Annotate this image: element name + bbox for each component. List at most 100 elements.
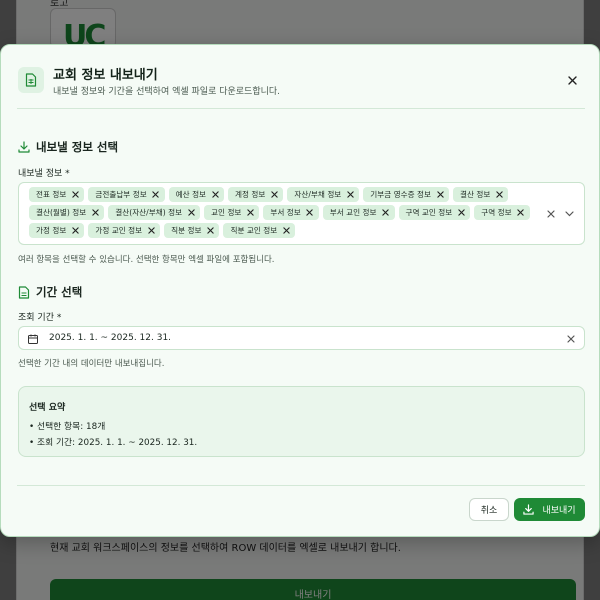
chip-remove-button[interactable] <box>206 227 214 235</box>
chip-remove-button[interactable] <box>282 227 290 235</box>
chip-label: 자산/부채 정보 <box>294 190 342 199</box>
info-hint: 여러 항목을 선택할 수 있습니다. 선택한 항목만 엑셀 파일에 포함됩니다. <box>18 255 275 265</box>
selected-chip: 기부금 영수증 정보 <box>363 187 450 202</box>
info-multiselect[interactable]: 전표 정보 금전출납부 정보 예산 정보 계정 정보 자산/부채 정보 기부금 영수증 정… <box>18 182 585 245</box>
clear-icon <box>567 335 575 343</box>
cancel-button[interactable]: 취소 <box>469 498 509 521</box>
close-icon <box>458 209 465 216</box>
file-icon <box>18 285 30 299</box>
chip-label: 교인 정보 <box>211 208 242 217</box>
chip-remove-button[interactable] <box>517 209 525 217</box>
period-section-title-text: 기간 선택 <box>36 285 83 299</box>
selected-chip: 구역 정보 <box>474 205 530 220</box>
chip-remove-button[interactable] <box>152 191 160 199</box>
selected-chip: 자산/부채 정보 <box>287 187 360 202</box>
chip-remove-button[interactable] <box>495 191 503 199</box>
selected-chip: 결산(자산/부채) 정보 <box>108 205 201 220</box>
date-clear-button[interactable] <box>565 333 577 345</box>
chip-label: 부서 정보 <box>270 208 301 217</box>
summary-period: • 조회 기간: 2025. 1. 1. ~ 2025. 12. 31. <box>29 438 198 448</box>
close-icon <box>496 191 503 198</box>
chip-remove-button[interactable] <box>71 227 79 235</box>
chip-remove-button[interactable] <box>246 209 254 217</box>
clear-all-button[interactable] <box>545 208 557 220</box>
chip-label: 구역 정보 <box>481 208 512 217</box>
summary-selected-items: • 선택한 항목: 18개 <box>29 422 106 432</box>
export-button[interactable]: 내보내기 <box>514 498 585 521</box>
selected-chip: 계정 정보 <box>228 187 284 202</box>
chip-label: 결산 정보 <box>460 190 491 199</box>
selected-chip: 결산(월별) 정보 <box>29 205 105 220</box>
selected-chip: 가정 교인 정보 <box>88 223 161 238</box>
close-icon <box>72 227 79 234</box>
close-icon <box>92 209 99 216</box>
selected-chip: 부서 교인 정보 <box>322 205 395 220</box>
export-dialog: 교회 정보 내보내기 내보낼 정보와 기간을 선택하여 엑셀 파일로 다운로드합… <box>0 44 600 537</box>
close-icon <box>147 227 155 234</box>
close-icon <box>187 209 195 216</box>
period-hint: 선택한 기간 내의 데이터만 내보내집니다. <box>18 359 165 369</box>
chip-remove-button[interactable] <box>306 209 314 217</box>
selected-chip: 금전출납부 정보 <box>88 187 165 202</box>
close-icon <box>207 227 214 234</box>
download-icon <box>18 141 30 153</box>
chip-remove-button[interactable] <box>187 209 195 217</box>
chip-remove-button[interactable] <box>91 209 99 217</box>
close-icon <box>382 209 389 216</box>
selected-chip: 부서 정보 <box>263 205 319 220</box>
selected-chip: 구역 교인 정보 <box>398 205 471 220</box>
selected-chip: 전표 정보 <box>29 187 85 202</box>
close-icon <box>72 191 79 198</box>
calendar-icon <box>28 334 38 344</box>
chip-label: 가정 정보 <box>36 226 67 235</box>
close-icon <box>517 209 524 216</box>
selected-chip: 직분 정보 <box>164 223 220 238</box>
chip-label: 전표 정보 <box>36 190 67 199</box>
chip-label: 예산 정보 <box>175 190 207 199</box>
selected-chips: 전표 정보 금전출납부 정보 예산 정보 계정 정보 자산/부채 정보 기부금 영수증 정… <box>29 187 543 238</box>
period-field-label: 조회 기간 * <box>18 313 62 323</box>
close-icon <box>436 191 444 198</box>
close-icon <box>306 209 313 216</box>
chip-remove-button[interactable] <box>211 191 219 199</box>
close-icon <box>211 191 219 198</box>
clear-icon <box>547 210 555 218</box>
chip-remove-button[interactable] <box>382 209 390 217</box>
close-icon <box>247 209 254 216</box>
chip-remove-button[interactable] <box>457 209 465 217</box>
info-field-label: 내보낼 정보 * <box>18 169 70 179</box>
chip-label: 결산(자산/부채) 정보 <box>115 208 183 217</box>
chip-label: 기부금 영수증 정보 <box>370 190 432 199</box>
footer-divider <box>17 485 585 486</box>
chip-remove-button[interactable] <box>270 191 278 199</box>
close-icon <box>567 75 577 85</box>
date-range-picker[interactable]: 2025. 1. 1. ~ 2025. 12. 31. <box>18 326 585 350</box>
chip-remove-button[interactable] <box>346 191 354 199</box>
chip-remove-button[interactable] <box>147 227 155 235</box>
close-button[interactable] <box>563 71 581 89</box>
export-button-label: 내보내기 <box>542 506 576 516</box>
period-section-title: 기간 선택 <box>18 284 82 300</box>
dropdown-toggle[interactable] <box>563 208 575 220</box>
dialog-subtitle: 내보낼 정보와 기간을 선택하여 엑셀 파일로 다운로드합니다. <box>53 87 281 97</box>
summary-title: 선택 요약 <box>29 403 66 413</box>
download-icon <box>523 504 535 515</box>
chip-label: 부서 교인 정보 <box>329 208 377 217</box>
chip-label: 직분 교인 정보 <box>230 226 278 235</box>
info-section-title-text: 내보낼 정보 선택 <box>36 140 119 154</box>
chip-label: 가정 교인 정보 <box>95 226 143 235</box>
close-icon <box>283 227 290 234</box>
chip-remove-button[interactable] <box>436 191 444 199</box>
chip-label: 직분 정보 <box>171 226 202 235</box>
info-section-title: 내보낼 정보 선택 <box>18 139 118 155</box>
selected-chip: 예산 정보 <box>168 187 225 202</box>
date-range-value: 2025. 1. 1. ~ 2025. 12. 31. <box>49 333 172 343</box>
selected-chip: 직분 교인 정보 <box>223 223 296 238</box>
chip-label: 금전출납부 정보 <box>95 190 147 199</box>
close-icon <box>347 191 354 198</box>
selected-chip: 결산 정보 <box>453 187 509 202</box>
dialog-title: 교회 정보 내보내기 <box>53 68 158 83</box>
selected-chip: 가정 정보 <box>29 223 85 238</box>
header-divider <box>17 108 585 109</box>
chip-remove-button[interactable] <box>71 191 79 199</box>
